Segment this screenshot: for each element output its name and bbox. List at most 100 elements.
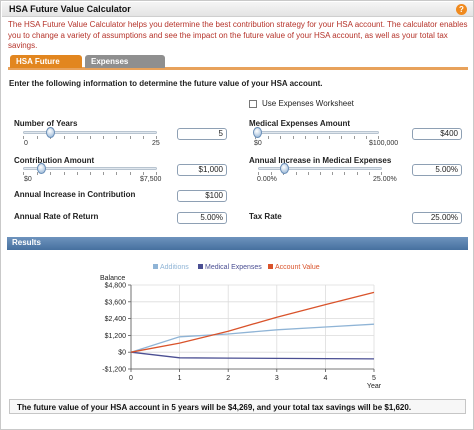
medical-increase-input[interactable]: 5.00% xyxy=(412,164,462,176)
legend-swatch xyxy=(153,264,158,269)
y-tick-label: -$1,200 xyxy=(102,367,126,374)
slider-tick xyxy=(63,172,65,175)
y-tick-label: $4,800 xyxy=(105,283,127,290)
contribution-increase-input[interactable]: $100 xyxy=(177,190,227,202)
contribution-max: $7,500 xyxy=(140,176,162,183)
slider-tick xyxy=(292,136,294,139)
y-tick-label: $3,600 xyxy=(105,299,127,306)
slider-ticks xyxy=(258,172,382,175)
slider-handle[interactable] xyxy=(280,163,289,174)
medical-expenses-slider[interactable] xyxy=(253,127,379,141)
slider-tick xyxy=(142,136,144,139)
medical-increase-max: 25.00% xyxy=(373,176,397,183)
slider-track xyxy=(23,131,157,134)
legend-swatch xyxy=(198,264,203,269)
slider-tick xyxy=(271,172,273,175)
slider-tick xyxy=(116,172,118,175)
slider-tick xyxy=(103,136,105,139)
slider-tick xyxy=(37,136,39,139)
slider-tick xyxy=(129,136,131,139)
tab-hsa-future-value[interactable]: HSA Future Value xyxy=(10,55,82,79)
legend-label: Additions xyxy=(160,264,189,271)
medical-increase-slider[interactable] xyxy=(258,163,382,177)
page-title: HSA Future Value Calculator xyxy=(9,4,131,14)
contribution-input[interactable]: $1,000 xyxy=(177,164,227,176)
x-tick-label: 1 xyxy=(178,375,182,382)
use-worksheet-checkbox[interactable] xyxy=(249,100,257,108)
slider-handle[interactable] xyxy=(46,127,55,138)
slider-track xyxy=(255,131,379,134)
contribution-slider[interactable] xyxy=(23,163,157,177)
slider-tick xyxy=(76,172,78,175)
rate-of-return-label: Annual Rate of Return xyxy=(14,212,99,221)
slider-tick xyxy=(76,136,78,139)
results-summary: The future value of your HSA account in … xyxy=(9,399,466,414)
slider-tick xyxy=(90,172,91,175)
y-tick-label: $0 xyxy=(118,350,126,357)
slider-tick xyxy=(116,136,118,139)
slider-handle[interactable] xyxy=(253,127,262,138)
slider-tick xyxy=(356,172,358,175)
x-tick-label: 5 xyxy=(372,375,376,382)
medical-expenses-min: $0 xyxy=(254,140,262,147)
use-worksheet-label: Use Expenses Worksheet xyxy=(262,99,354,108)
legend-label: Account Value xyxy=(275,264,320,271)
x-tick-label: 2 xyxy=(226,375,230,382)
years-min: 0 xyxy=(24,140,28,147)
slider-tick xyxy=(365,136,367,139)
question-icon[interactable]: ? xyxy=(456,4,467,15)
title-bar: HSA Future Value Calculator ? xyxy=(2,2,473,17)
slider-tick xyxy=(142,172,144,175)
slider-ticks xyxy=(23,136,157,139)
years-slider[interactable] xyxy=(23,127,157,141)
intro-text: The HSA Future Value Calculator helps yo… xyxy=(8,20,468,50)
slider-tick xyxy=(280,136,282,139)
slider-tick xyxy=(90,136,91,139)
x-tick-label: 4 xyxy=(323,375,327,382)
slider-tick xyxy=(50,172,52,175)
slider-tick xyxy=(353,136,355,139)
slider-track xyxy=(258,167,382,170)
x-axis-title: Year xyxy=(367,383,382,390)
slider-tick xyxy=(307,172,309,175)
series-line xyxy=(130,323,375,353)
results-title: Results xyxy=(12,238,41,247)
medical-expenses-max: $100,000 xyxy=(369,140,399,147)
slider-tick xyxy=(268,136,270,139)
slider-ticks xyxy=(255,136,379,139)
slider-tick xyxy=(295,172,297,175)
slider-tick xyxy=(304,136,306,139)
y-tick-label: $2,400 xyxy=(105,316,127,323)
tab-bar: HSA Future Value Expenses Worksheet xyxy=(8,55,468,79)
slider-tick xyxy=(103,172,105,175)
tax-rate-label: Tax Rate xyxy=(249,212,282,221)
slider-tick xyxy=(332,172,334,175)
x-tick-label: 3 xyxy=(275,375,279,382)
slider-tick xyxy=(329,136,331,139)
x-tick-label: 0 xyxy=(129,375,133,382)
slider-tick xyxy=(341,136,343,139)
y-tick-label: $1,200 xyxy=(105,333,127,340)
slider-tick xyxy=(63,136,65,139)
slider-tick xyxy=(317,136,318,139)
slider-tick xyxy=(129,172,131,175)
years-input[interactable]: 5 xyxy=(177,128,227,140)
series-line xyxy=(130,351,375,360)
contribution-increase-label: Annual Increase in Contribution xyxy=(14,190,136,199)
medical-expenses-input[interactable]: $400 xyxy=(412,128,462,140)
summary-text: The future value of your HSA account in … xyxy=(17,403,412,412)
results-header: Results xyxy=(7,237,468,250)
contribution-min: $0 xyxy=(24,176,32,183)
rate-of-return-input[interactable]: 5.00% xyxy=(177,212,227,224)
slider-tick xyxy=(344,172,346,175)
tax-rate-input[interactable]: 25.00% xyxy=(412,212,462,224)
medical-increase-min: 0.00% xyxy=(257,176,277,183)
slider-handle[interactable] xyxy=(37,163,46,174)
calculator-window: HSA Future Value Calculator ? The HSA Fu… xyxy=(0,0,474,430)
series-line xyxy=(130,291,375,353)
slider-tick xyxy=(368,172,370,175)
years-max: 25 xyxy=(152,140,160,147)
legend-swatch xyxy=(268,264,273,269)
tab-expenses-worksheet[interactable]: Expenses Worksheet xyxy=(85,55,165,79)
balance-chart: Additions Medical Expenses Account Value Ba… xyxy=(100,264,382,390)
